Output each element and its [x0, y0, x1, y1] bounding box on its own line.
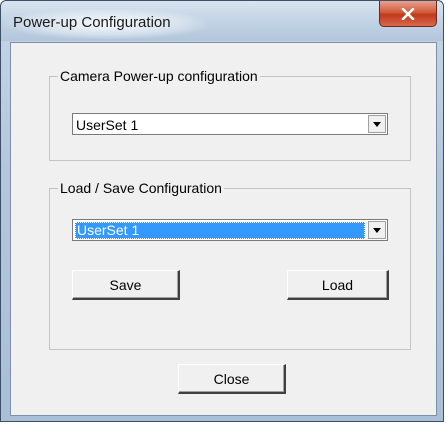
load-save-legend: Load / Save Configuration — [58, 180, 224, 196]
dialog-window: Power-up Configuration Camera Power-up c… — [0, 0, 444, 422]
camera-powerup-select-value: UserSet 1 — [76, 117, 139, 133]
load-save-select[interactable]: UserSet 1 — [72, 219, 388, 241]
load-save-select-value: UserSet 1 — [75, 222, 365, 239]
close-button[interactable]: Close — [178, 364, 286, 394]
camera-powerup-group: Camera Power-up configuration UserSet 1 — [49, 68, 411, 161]
chevron-down-icon — [373, 227, 381, 233]
dialog-client-area: Camera Power-up configuration UserSet 1 … — [10, 42, 437, 416]
camera-powerup-dropdown-button[interactable] — [368, 115, 386, 133]
window-title: Power-up Configuration — [13, 14, 171, 31]
load-save-group: Load / Save Configuration UserSet 1 Save… — [49, 180, 411, 350]
camera-powerup-select[interactable]: UserSet 1 — [72, 113, 388, 135]
load-save-dropdown-button[interactable] — [368, 221, 386, 239]
load-button[interactable]: Load — [287, 270, 389, 300]
window-close-button[interactable] — [379, 1, 437, 27]
chevron-down-icon — [373, 121, 381, 127]
save-button[interactable]: Save — [72, 270, 180, 300]
title-bar[interactable]: Power-up Configuration — [1, 1, 443, 41]
close-icon — [401, 7, 415, 20]
camera-powerup-legend: Camera Power-up configuration — [58, 68, 260, 84]
